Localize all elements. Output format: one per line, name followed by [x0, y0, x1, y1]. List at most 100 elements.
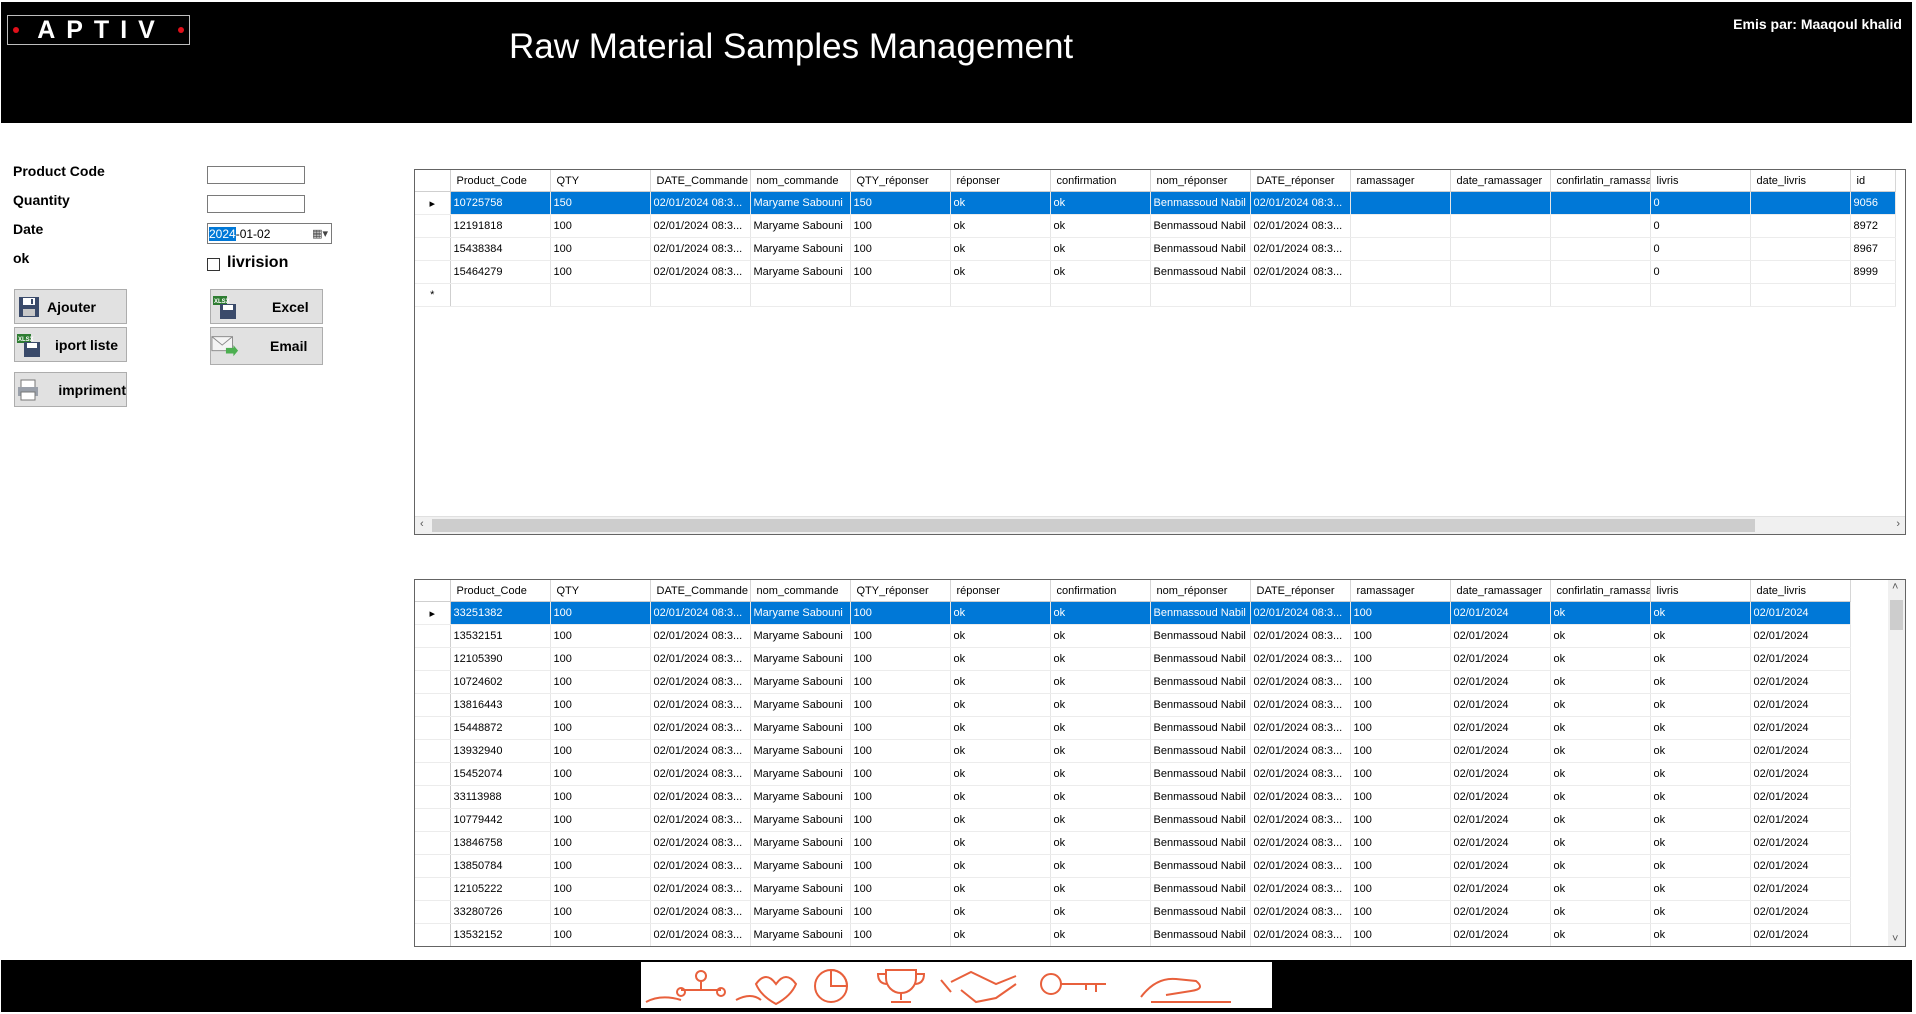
table-cell[interactable]: 02/01/2024	[1450, 947, 1550, 948]
table-cell[interactable]: 100	[850, 877, 951, 901]
table-cell[interactable]: 02/01/2024 08:3...	[650, 260, 751, 284]
table-cell[interactable]: 0	[1650, 237, 1751, 261]
table-cell[interactable]: 02/01/2024	[1450, 670, 1551, 694]
table-cell[interactable]: Maryame Sabouni	[750, 601, 851, 625]
table-cell[interactable]: ok	[1550, 670, 1651, 694]
table-cell[interactable]: 02/01/2024 08:3...	[650, 191, 751, 215]
table-cell[interactable]: Maryame Sabouni	[750, 214, 851, 238]
table-cell[interactable]: ok	[1050, 647, 1151, 671]
table-cell[interactable]: Maryame Sabouni	[750, 670, 851, 694]
table-cell[interactable]: 100	[1350, 647, 1451, 671]
table-cell[interactable]: ok	[1550, 808, 1651, 832]
table-cell[interactable]: 100	[550, 670, 651, 694]
product-code-input[interactable]	[207, 166, 305, 184]
table-cell[interactable]: ok	[1050, 831, 1151, 855]
table-cell[interactable]: Maryame Sabouni	[750, 716, 851, 740]
excel-button[interactable]: XLSX Excel	[210, 289, 323, 324]
table-cell[interactable]: 100	[850, 854, 951, 878]
table-cell[interactable]: 100	[850, 762, 951, 786]
table-cell[interactable]: ok	[1050, 877, 1151, 901]
table-cell[interactable]: Maryame Sabouni	[750, 647, 851, 671]
table-cell[interactable]: Benmassoud Nabil	[1150, 923, 1251, 946]
table-cell[interactable]: ok	[1550, 785, 1651, 809]
table-row[interactable]: 15464279 100 02/01/2024 08:3... Maryame Sab…	[415, 260, 1896, 284]
import-list-button[interactable]: XLSX iport liste	[14, 327, 127, 362]
table-cell[interactable]: ok	[950, 237, 1051, 261]
table-cell[interactable]: Benmassoud Nabil	[1150, 624, 1251, 648]
table-cell[interactable]: ok	[1650, 693, 1751, 717]
table-cell[interactable]: ok	[1050, 923, 1151, 946]
table-cell[interactable]	[1650, 283, 1751, 307]
table-cell[interactable]: Benmassoud Nabil	[1150, 831, 1251, 855]
column-header[interactable]: livris	[1650, 170, 1751, 192]
table-cell[interactable]: Benmassoud Nabil	[1150, 716, 1251, 740]
table-cell[interactable]: 13532151	[450, 624, 551, 648]
table-cell[interactable]: 0	[1650, 214, 1751, 238]
table-cell[interactable]: ok	[950, 191, 1051, 215]
table-cell[interactable]	[1450, 283, 1551, 307]
table-cell[interactable]: 02/01/2024 08:3...	[1250, 762, 1351, 786]
table-cell[interactable]: 100	[1350, 808, 1451, 832]
column-header[interactable]: nom_commande	[750, 580, 851, 602]
table-cell[interactable]: Benmassoud Nabil	[1150, 601, 1251, 625]
table-cell[interactable]: ok	[950, 785, 1051, 809]
date-picker[interactable]: 2024 -01-02 ▦▾	[207, 223, 332, 244]
column-header[interactable]: QTY	[550, 580, 651, 602]
table-cell[interactable]: 02/01/2024	[1450, 923, 1551, 946]
column-header[interactable]: DATE_Commande	[650, 580, 751, 602]
column-header[interactable]: réponser	[950, 580, 1051, 602]
table-cell[interactable]: ok	[950, 693, 1051, 717]
column-header[interactable]: date_ramassager	[1450, 170, 1551, 192]
table-cell[interactable]: 02/01/2024	[1450, 785, 1551, 809]
table-cell[interactable]	[1350, 214, 1451, 238]
table-cell[interactable]: 02/01/2024	[1450, 624, 1551, 648]
table-cell[interactable]	[1250, 283, 1351, 307]
table-cell[interactable]: Maryame Sabouni	[750, 947, 850, 948]
table-cell[interactable]: 100	[850, 237, 951, 261]
table-cell[interactable]: Benmassoud Nabil	[1150, 762, 1251, 786]
table-cell[interactable]: ok	[1650, 785, 1751, 809]
column-header[interactable]: réponser	[950, 170, 1051, 192]
table-cell[interactable]: ok	[950, 877, 1051, 901]
table-cell[interactable]: 02/01/2024 08:3...	[1250, 808, 1351, 832]
table-cell[interactable]: 13850784	[450, 854, 551, 878]
table-cell[interactable]: Maryame Sabouni	[750, 693, 851, 717]
table-cell[interactable]: 02/01/2024 08:3...	[650, 601, 751, 625]
table-cell[interactable]: 02/01/2024	[1450, 716, 1551, 740]
table-cell[interactable]: 13932940	[450, 739, 551, 763]
table-cell[interactable]: ok	[1050, 624, 1151, 648]
table-cell[interactable]: 02/01/2024	[1750, 670, 1851, 694]
table-cell[interactable]: ok	[1050, 260, 1151, 284]
table-cell[interactable]: 12105390	[450, 647, 551, 671]
table-cell[interactable]: ok	[1650, 624, 1751, 648]
row-header[interactable]	[415, 214, 451, 238]
table-cell[interactable]: 100	[850, 785, 951, 809]
table-cell[interactable]: 10725758	[450, 191, 551, 215]
table-cell[interactable]: 13846758	[450, 831, 551, 855]
row-header-corner[interactable]	[415, 170, 451, 192]
table-cell[interactable]: ok	[1050, 237, 1151, 261]
column-header[interactable]: Product_Code	[450, 580, 551, 602]
row-header[interactable]	[415, 923, 451, 946]
table-cell[interactable]: ok	[1650, 601, 1751, 625]
table-cell[interactable]: 100	[550, 237, 651, 261]
table-cell[interactable]: 100	[550, 923, 651, 946]
row-header[interactable]	[415, 762, 451, 786]
email-button[interactable]: Email	[210, 327, 323, 365]
table-cell[interactable]	[1550, 214, 1651, 238]
column-header[interactable]: confirmation	[1050, 580, 1151, 602]
table-cell[interactable]: 02/01/2024	[1750, 762, 1851, 786]
table-cell[interactable]: ok	[1050, 900, 1151, 924]
table-cell[interactable]: 8972	[1850, 214, 1896, 238]
table-cell[interactable]: ok	[1550, 877, 1651, 901]
table-cell[interactable]	[1450, 237, 1551, 261]
table-cell[interactable]: ok	[1550, 900, 1651, 924]
table-cell[interactable]: 100	[550, 831, 651, 855]
table-cell[interactable]: 02/01/2024	[1750, 923, 1851, 946]
table-cell[interactable]: Maryame Sabouni	[750, 785, 851, 809]
table-cell[interactable]: 02/01/2024 08:3...	[650, 739, 751, 763]
table-cell[interactable]: 100	[550, 947, 650, 948]
row-header[interactable]	[415, 785, 451, 809]
table-cell[interactable]: 02/01/2024 08:3...	[1250, 670, 1351, 694]
table-cell[interactable]: 100	[1350, 716, 1451, 740]
